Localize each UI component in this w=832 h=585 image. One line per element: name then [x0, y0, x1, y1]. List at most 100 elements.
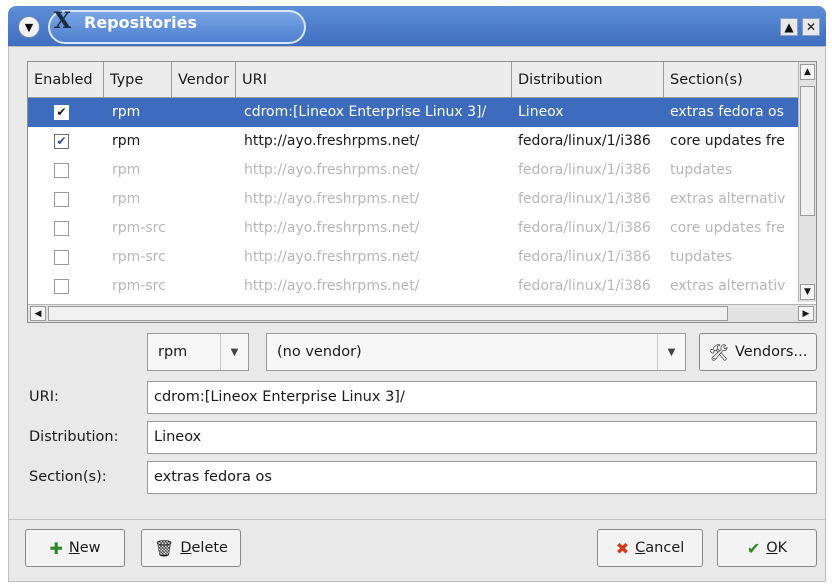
trash-icon: 🗑 [154, 538, 175, 558]
column-header-vendor[interactable]: Vendor [172, 62, 236, 98]
sections-cell: core updates fre [670, 133, 785, 149]
uri-cell: http://ayo.freshrpms.net/ [244, 162, 420, 178]
ok-button[interactable]: ✔ OK [717, 529, 817, 567]
delete-button[interactable]: 🗑 Delete [141, 529, 241, 567]
new-button-label: New [69, 540, 101, 556]
type-cell: rpm-src [112, 249, 166, 265]
table-row[interactable]: rpm http://ayo.freshrpms.net/fedora/linux… [28, 185, 798, 214]
table-row[interactable]: rpm-src http://ayo.freshrpms.net/fedora/l… [28, 214, 798, 243]
scroll-right-arrow-icon[interactable]: ▶ [798, 306, 814, 321]
delete-label-rest: elete [191, 540, 228, 556]
enabled-checkbox[interactable] [54, 279, 69, 294]
column-header-enabled[interactable]: Enabled [28, 62, 104, 98]
close-button[interactable]: ✕ [802, 18, 820, 36]
scroll-down-arrow-icon[interactable]: ▼ [800, 284, 815, 300]
enabled-cell [28, 243, 104, 272]
cancel-button-label: Cancel [635, 540, 684, 556]
separator [9, 519, 825, 520]
uri-cell: cdrom:[Lineox Enterprise Linux 3]/ [244, 104, 487, 120]
close-icon: ✕ [805, 20, 817, 34]
distribution-field[interactable]: Lineox [147, 421, 817, 454]
column-header-type[interactable]: Type [104, 62, 172, 98]
table-row[interactable]: ✔ rpm cdrom:[Lineox Enterprise Linux 3]/ Li… [28, 98, 798, 127]
uri-cell: http://ayo.freshrpms.net/ [244, 249, 420, 265]
enabled-cell: ✔ [28, 127, 104, 156]
distribution-cell: fedora/linux/1/i386 [518, 249, 651, 265]
type-combo[interactable]: rpm ▼ [147, 333, 249, 371]
chevron-down-icon: ▼ [24, 20, 34, 34]
vendor-cell [172, 243, 236, 272]
new-document-icon: ✚ [49, 538, 63, 558]
cancel-button[interactable]: ✖ Cancel [597, 529, 703, 567]
distribution-cell: Lineox [518, 104, 564, 120]
distribution-cell: fedora/linux/1/i386 [518, 133, 651, 149]
window-controls: ▲ ✕ [780, 18, 820, 36]
sections-field[interactable]: extras fedora os [147, 461, 817, 494]
table-row[interactable]: ✔ rpm http://ayo.freshrpms.net/fedora/linu… [28, 127, 798, 156]
table-row[interactable]: rpm-src http://ayo.freshrpms.net/fedora/l… [28, 272, 798, 301]
cancel-label-rest: ancel [645, 540, 685, 556]
vertical-scroll-thumb[interactable] [800, 86, 815, 216]
table-row[interactable]: rpm http://ayo.freshrpms.net/fedora/linux… [28, 156, 798, 185]
enabled-cell [28, 156, 104, 185]
enabled-checkbox[interactable]: ✔ [54, 134, 69, 149]
new-button[interactable]: ✚ New [25, 529, 125, 567]
window-titlebar[interactable]: ▼ X Repositories ▲ ✕ [8, 6, 826, 46]
vendor-cell [172, 156, 236, 185]
uri-cell: http://ayo.freshrpms.net/ [244, 278, 420, 294]
delete-mnemonic: D [180, 540, 192, 556]
table-body: ✔ rpm cdrom:[Lineox Enterprise Linux 3]/ Li… [28, 98, 798, 301]
uri-field[interactable]: cdrom:[Lineox Enterprise Linux 3]/ [147, 381, 817, 414]
dropdown-arrow-icon: ▼ [220, 334, 248, 370]
column-header-uri[interactable]: URI [236, 62, 512, 98]
checkmark-icon: ✔ [746, 538, 761, 558]
repositories-table[interactable]: Enabled Type Vendor URI Distribution Sec… [27, 61, 817, 323]
vendor-cell [172, 272, 236, 301]
uri-cell: http://ayo.freshrpms.net/ [244, 133, 420, 149]
distribution-label: Distribution: [29, 429, 119, 445]
uri-label: URI: [29, 389, 59, 405]
enabled-checkbox[interactable] [54, 221, 69, 236]
vendor-combo[interactable]: (no vendor) ▼ [266, 333, 686, 371]
distribution-cell: fedora/linux/1/i386 [518, 162, 651, 178]
vertical-scrollbar[interactable]: ▲ ▼ [798, 62, 816, 302]
type-cell: rpm [112, 104, 141, 120]
type-cell: rpm [112, 191, 141, 207]
column-header-sections[interactable]: Section(s) [664, 62, 798, 98]
type-cell: rpm [112, 133, 141, 149]
horizontal-scrollbar[interactable]: ◀ ▶ [28, 304, 816, 322]
uri-cell: http://ayo.freshrpms.net/ [244, 220, 420, 236]
vendors-button[interactable]: 🛠 Vendors... [699, 333, 817, 371]
type-cell: rpm-src [112, 278, 166, 294]
enabled-cell [28, 272, 104, 301]
enabled-checkbox[interactable]: ✔ [54, 105, 69, 120]
tools-icon: 🛠 [708, 342, 729, 362]
sections-cell: tupdates [670, 162, 733, 178]
vendor-combo-value: (no vendor) [277, 344, 362, 360]
sections-cell: tupdates [670, 249, 733, 265]
window-menu-button[interactable]: ▼ [18, 16, 40, 38]
scroll-up-arrow-icon[interactable]: ▲ [800, 64, 815, 80]
x-logo-icon: X [54, 8, 72, 34]
enabled-checkbox[interactable] [54, 192, 69, 207]
type-cell: rpm [112, 162, 141, 178]
cancel-mnemonic: C [635, 540, 646, 556]
table-row[interactable]: rpm-src http://ayo.freshrpms.net/fedora/l… [28, 243, 798, 272]
cancel-x-icon: ✖ [615, 538, 630, 558]
sections-cell: extras alternativ [670, 278, 786, 294]
vendor-cell [172, 185, 236, 214]
horizontal-scroll-thumb[interactable] [48, 306, 728, 321]
type-cell: rpm-src [112, 220, 166, 236]
enabled-checkbox[interactable] [54, 250, 69, 265]
scroll-left-arrow-icon[interactable]: ◀ [30, 306, 46, 321]
enabled-cell: ✔ [28, 98, 104, 127]
distribution-cell: fedora/linux/1/i386 [518, 220, 651, 236]
maximize-button[interactable]: ▲ [780, 18, 798, 36]
new-label-rest: ew [79, 540, 101, 556]
column-header-distribution[interactable]: Distribution [512, 62, 664, 98]
vendor-cell [172, 214, 236, 243]
enabled-checkbox[interactable] [54, 163, 69, 178]
ok-mnemonic: O [766, 540, 778, 556]
new-mnemonic: N [68, 540, 80, 556]
sections-label: Section(s): [29, 469, 107, 485]
